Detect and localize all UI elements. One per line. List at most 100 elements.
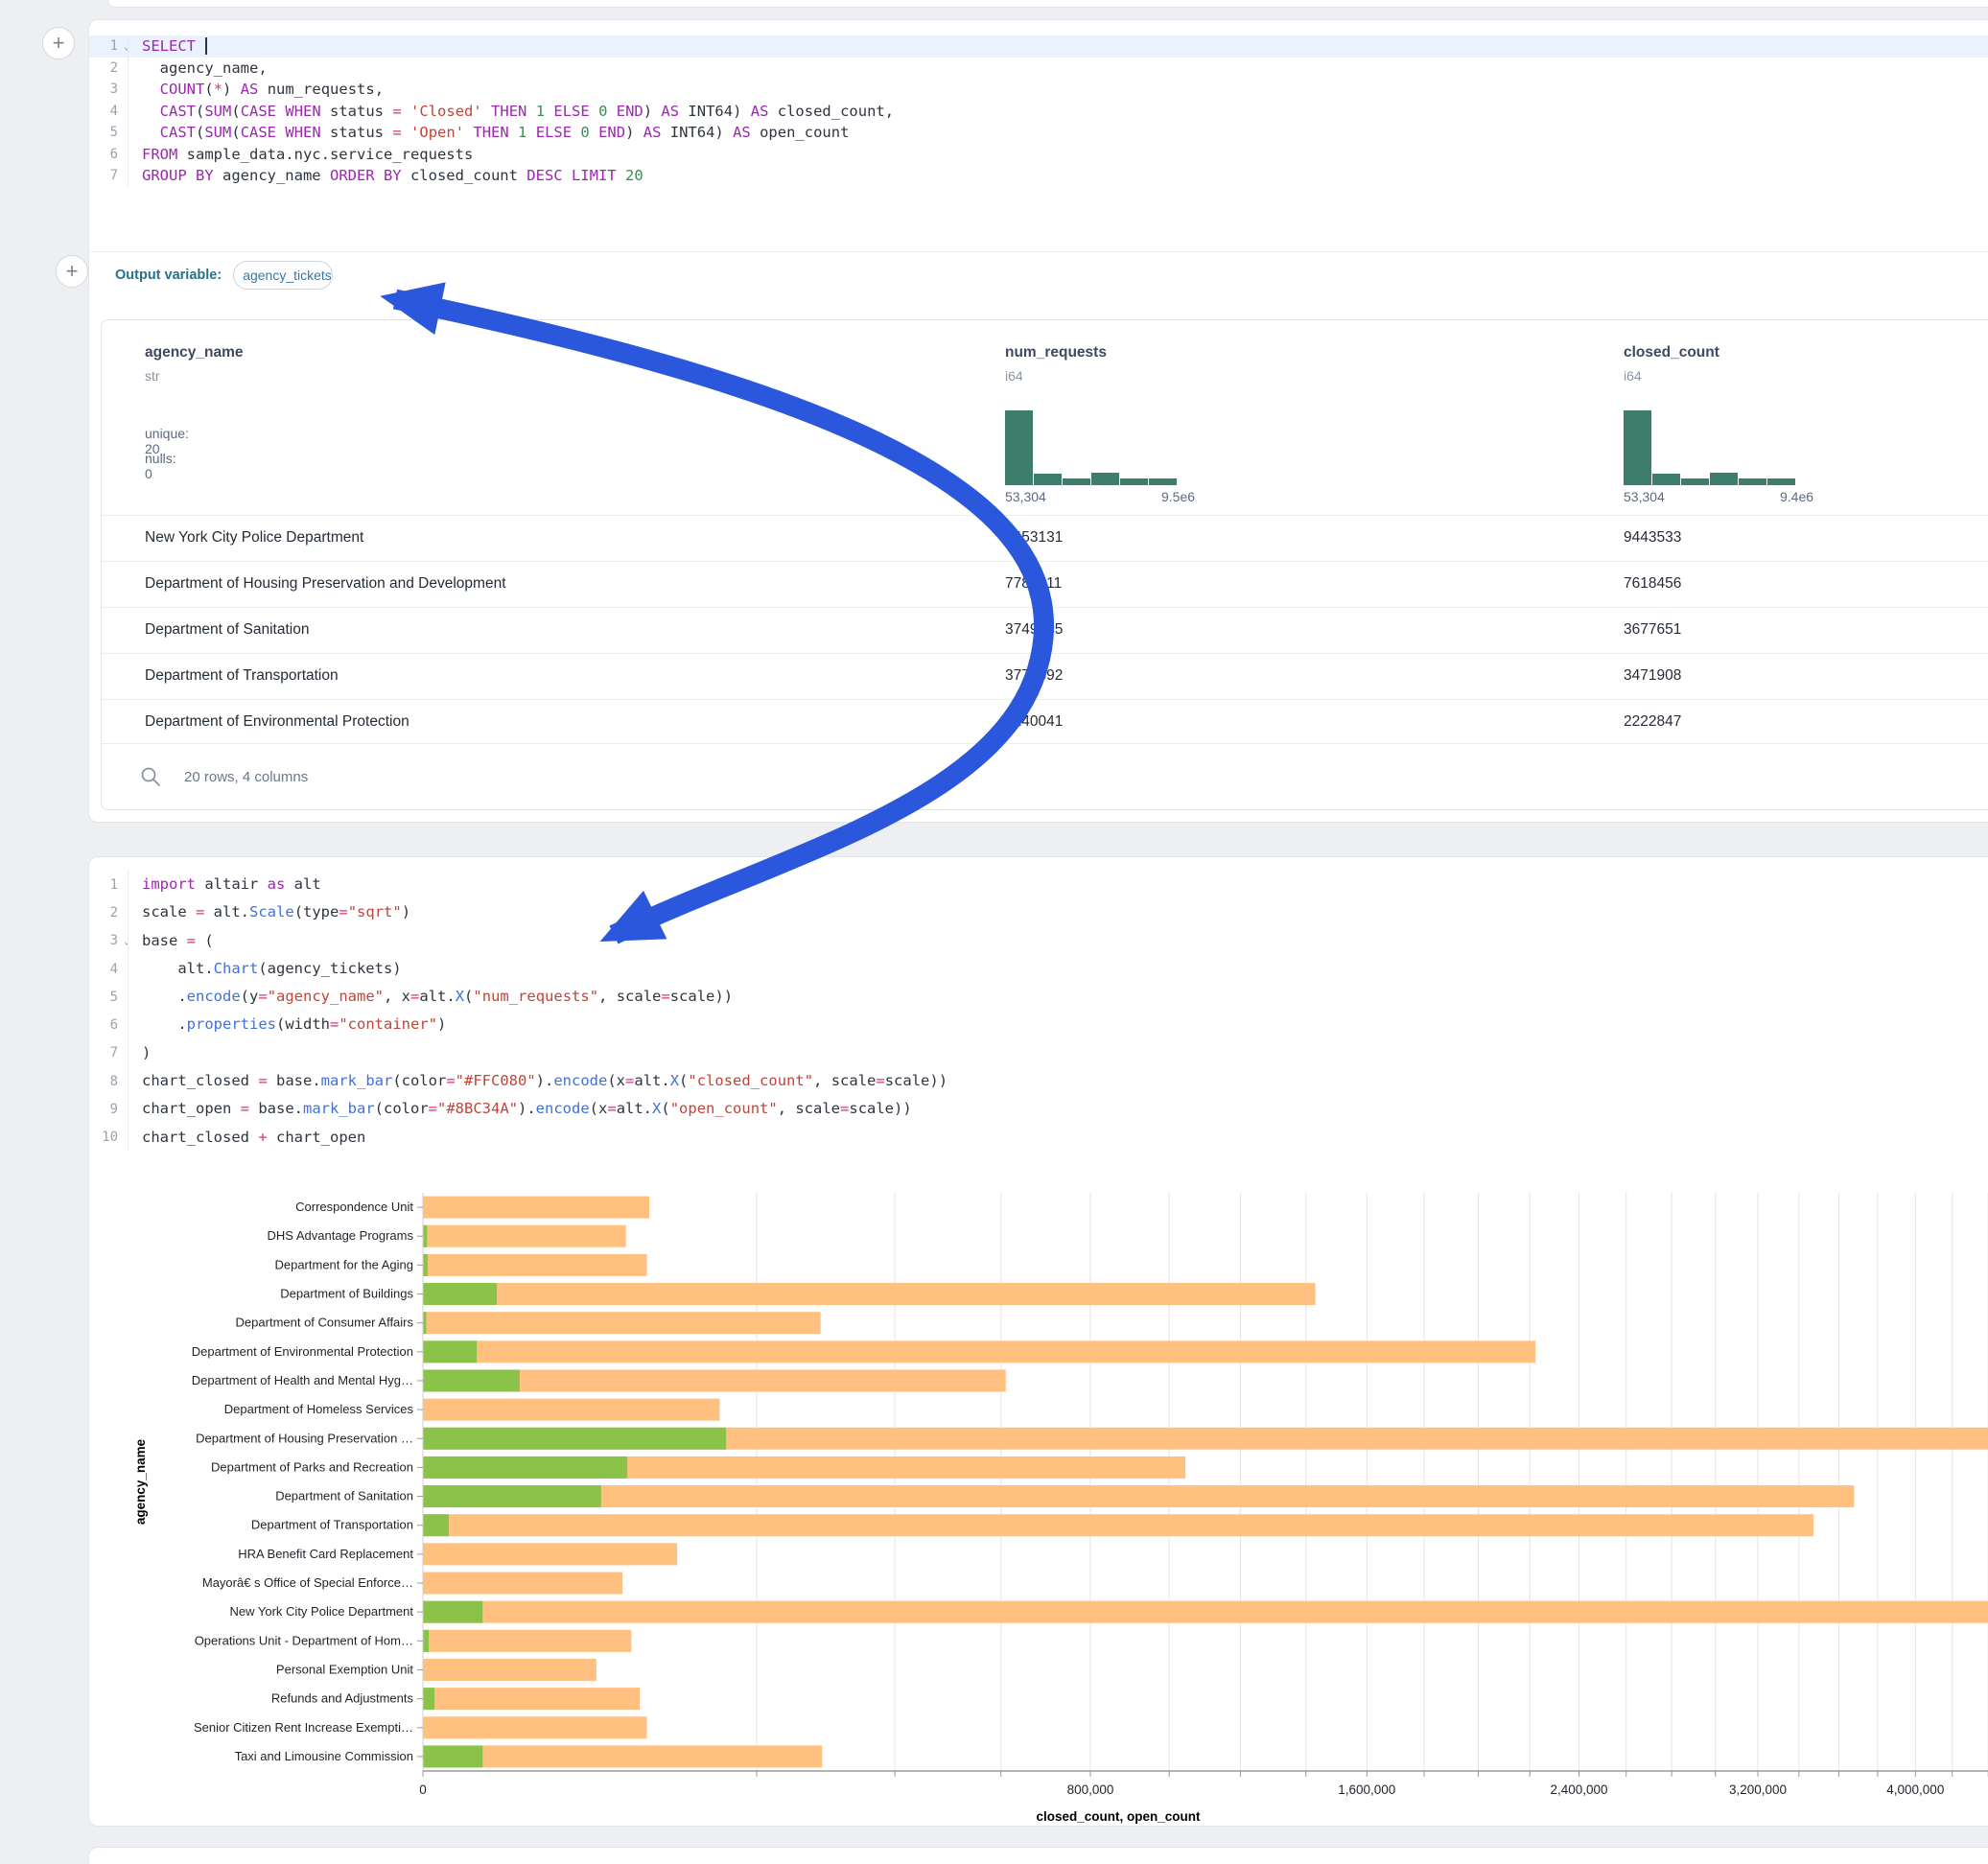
code-token — [142, 81, 160, 98]
code-token: "sqrt" — [348, 903, 402, 920]
code-line[interactable]: 1⌄SELECT — [89, 35, 1988, 58]
code-token: agency_name, — [142, 59, 268, 77]
code-token: (x — [607, 1072, 625, 1089]
cell-value: 2222847 — [1624, 713, 1681, 731]
code-token: ( — [204, 81, 213, 98]
code-token: "agency_name" — [268, 988, 384, 1005]
python-editor[interactable]: 1import altair as alt2scale = alt.Scale(… — [89, 871, 1988, 1152]
line-number: 9 — [89, 1102, 128, 1117]
code-token: INT64) — [679, 103, 751, 120]
code-token: (type — [294, 903, 339, 920]
code-token: SELECT — [142, 37, 196, 55]
code-token: alt. — [617, 1100, 652, 1117]
code-token — [607, 103, 616, 120]
table-row: New York City Police Department945313194… — [102, 515, 1988, 561]
code-token — [464, 124, 473, 141]
x-tick-label: 4,000,000 — [1886, 1782, 1944, 1797]
line-number: 1 — [89, 877, 128, 893]
code-token: 'Closed' — [410, 103, 482, 120]
code-line[interactable]: 7GROUP BY agency_name ORDER BY closed_co… — [89, 165, 1988, 187]
code-token — [590, 124, 598, 141]
code-token: X — [456, 988, 464, 1005]
code-line[interactable]: 4 CAST(SUM(CASE WHEN status = 'Closed' T… — [89, 101, 1988, 123]
code-token: base. — [268, 1072, 321, 1089]
closed_count-bar — [423, 1514, 1813, 1536]
code-token: "#8BC34A" — [437, 1100, 518, 1117]
code-token: = — [258, 988, 267, 1005]
histogram-min-label: 53,304 — [1624, 489, 1665, 504]
add-cell-button-top[interactable]: + — [42, 27, 75, 59]
code-token: (width — [276, 1015, 330, 1033]
histogram-bar — [1710, 473, 1738, 485]
histogram-max-label: 9.5e6 — [1161, 489, 1195, 504]
code-token: ( — [231, 103, 240, 120]
closed_count-bar — [423, 1283, 1316, 1305]
code-token: + — [258, 1129, 267, 1146]
python-cell-card: 1import altair as alt2scale = alt.Scale(… — [88, 856, 1988, 1827]
code-line[interactable]: 9chart_open = base.mark_bar(color="#8BC3… — [89, 1095, 1988, 1123]
code-token — [402, 124, 410, 141]
closed_count-bar — [423, 1225, 626, 1247]
search-icon[interactable] — [140, 766, 161, 787]
closed_count-bar — [423, 1573, 622, 1595]
column-name: agency_name — [145, 344, 244, 361]
code-token: scale)) — [670, 988, 733, 1005]
code-line[interactable]: 6 .properties(width="container") — [89, 1011, 1988, 1038]
code-line[interactable]: 1import altair as alt — [89, 871, 1988, 898]
code-token: = — [876, 1072, 884, 1089]
code-token: = — [429, 1100, 437, 1117]
cell-value: 3749485 — [1005, 621, 1063, 639]
category-label: HRA Benefit Card Replacement — [238, 1547, 413, 1561]
sql-editor[interactable]: 1⌄SELECT 2 agency_name,3 COUNT(*) AS num… — [89, 35, 1988, 187]
code-token: = — [661, 988, 669, 1005]
code-line[interactable]: 5 .encode(y="agency_name", x=alt.X("num_… — [89, 983, 1988, 1011]
code-token: FROM — [142, 146, 177, 163]
code-line[interactable]: 3 COUNT(*) AS num_requests, — [89, 79, 1988, 101]
code-token: ORDER BY — [330, 167, 402, 184]
cell-value: 7782211 — [1005, 575, 1062, 593]
code-token: COUNT — [160, 81, 205, 98]
line-number: 2 — [89, 905, 128, 920]
code-line[interactable]: 6FROM sample_data.nyc.service_requests — [89, 144, 1988, 166]
code-line[interactable]: 10chart_closed + chart_open — [89, 1124, 1988, 1152]
code-token: * — [214, 81, 222, 98]
code-token: (color — [375, 1100, 429, 1117]
open_count-bar — [423, 1428, 726, 1450]
line-number: 4 — [89, 962, 128, 977]
code-line[interactable]: 3⌄base = ( — [89, 927, 1988, 955]
add-cell-button-middle[interactable]: + — [56, 255, 88, 288]
code-token: WHEN — [285, 103, 320, 120]
closed_count-bar — [423, 1543, 677, 1565]
code-text: COUNT(*) AS num_requests, — [128, 79, 384, 101]
code-token: mark_bar — [303, 1100, 375, 1117]
code-text: CAST(SUM(CASE WHEN status = 'Open' THEN … — [128, 122, 849, 144]
code-line[interactable]: 5 CAST(SUM(CASE WHEN status = 'Open' THE… — [89, 122, 1988, 144]
code-token: CASE — [241, 124, 276, 141]
code-line[interactable]: 2 agency_name, — [89, 58, 1988, 80]
output-variable-pill[interactable]: agency_tickets — [233, 261, 333, 290]
code-token: num_requests, — [258, 81, 384, 98]
code-token: SUM — [204, 124, 231, 141]
category-label: Department of Sanitation — [275, 1489, 413, 1503]
code-token: sample_data.nyc.service_requests — [177, 146, 473, 163]
histogram-bar — [1091, 473, 1119, 485]
code-token: import — [142, 875, 196, 893]
output-variable-row: Output variable: agency_tickets — [88, 251, 1988, 297]
closed_count-bar — [423, 1485, 1854, 1507]
column-type: str — [145, 368, 160, 384]
code-line[interactable]: 7) — [89, 1039, 1988, 1067]
code-token — [196, 37, 204, 55]
code-line[interactable]: 4 alt.Chart(agency_tickets) — [89, 955, 1988, 983]
code-token: ) — [222, 81, 241, 98]
code-token: chart_open — [268, 1129, 366, 1146]
code-token: scale)) — [885, 1072, 947, 1089]
code-token — [142, 103, 160, 120]
code-line[interactable]: 2scale = alt.Scale(type="sqrt") — [89, 898, 1988, 926]
open_count-bar — [423, 1630, 429, 1652]
previous-cell-edge — [107, 0, 1988, 8]
open_count-bar — [423, 1485, 601, 1507]
code-token: AS — [661, 103, 679, 120]
category-label: Department for the Aging — [274, 1257, 413, 1271]
code-line[interactable]: 8chart_closed = base.mark_bar(color="#FF… — [89, 1067, 1988, 1095]
code-text: GROUP BY agency_name ORDER BY closed_cou… — [128, 165, 643, 187]
